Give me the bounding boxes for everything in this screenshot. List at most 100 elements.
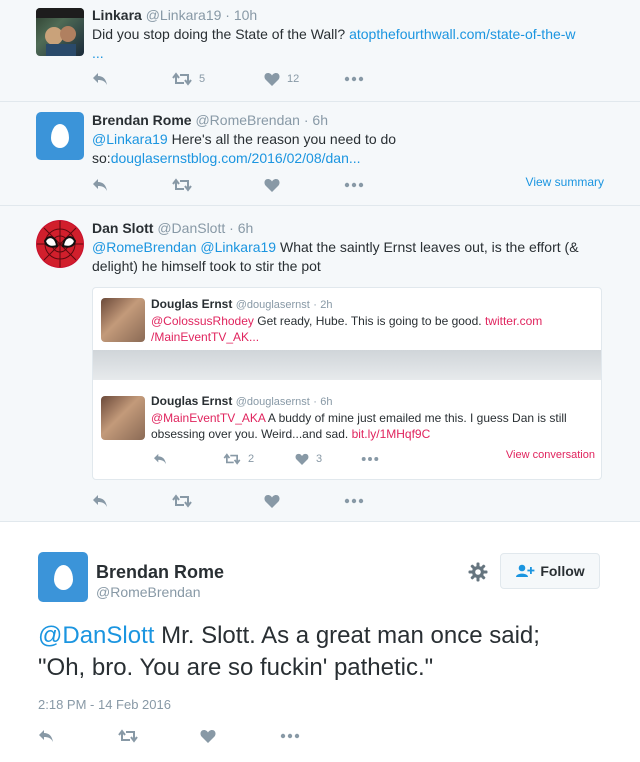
tweet-text: @RomeBrendan @Linkara19 What the saintly… [92,238,612,276]
reply-button[interactable] [153,453,223,465]
quoted-link[interactable]: twitter.com [485,314,542,328]
avatar-spiderman[interactable] [36,220,84,268]
tweet-link[interactable]: atopthefourthwall.com/state-of-the-w [349,26,575,42]
like-button[interactable]: 3 [295,453,361,465]
avatar-linkara[interactable] [36,8,84,56]
retweet-button[interactable] [118,729,200,743]
separator-dot: · [303,112,309,128]
view-summary-link[interactable]: View summary [526,175,604,189]
quoted-header: Douglas Ernst @douglasernst · 6h [151,394,332,408]
follow-button[interactable]: Follow [500,553,600,589]
tweet-time[interactable]: 6h [320,396,332,408]
retweet-button[interactable] [172,494,264,508]
author-handle[interactable]: @RomeBrendan [96,584,201,600]
quoted-header: Douglas Ernst @douglasernst · 2h [151,297,332,311]
tweet-time[interactable]: 6h [238,220,254,236]
more-dots-icon [344,182,364,188]
quoted-tweets[interactable]: Douglas Ernst @douglasernst · 2h @Coloss… [92,287,602,480]
author-handle[interactable]: @Linkara19 [146,7,222,23]
quoted-divider [93,350,601,380]
mention-link[interactable]: @DanSlott [38,622,154,649]
reply-button[interactable] [92,72,172,86]
reply-button[interactable] [92,494,172,508]
tweet-brendan-rome[interactable]: Brendan Rome @RomeBrendan · 6h @Linkara1… [0,102,640,206]
like-button[interactable] [200,729,280,743]
mention-link[interactable]: @Linkara19 [200,239,276,255]
like-button[interactable]: 12 [264,72,344,86]
retweet-icon [223,453,241,465]
avatar-image [36,8,84,56]
quoted-text: @MainEventTV_AKA A buddy of mine just em… [151,410,591,442]
author-name[interactable]: Dan Slott [92,220,153,236]
tweet-linkara[interactable]: Linkara @Linkara19 · 10h Did you stop do… [0,0,640,102]
more-button[interactable] [344,498,364,504]
more-button[interactable] [280,733,300,739]
separator-dot: · [313,299,317,311]
author-handle[interactable]: @douglasernst [236,396,310,408]
avatar-douglas-ernst[interactable] [101,396,145,440]
heart-icon [295,453,309,465]
retweet-icon [172,72,192,86]
separator-dot: · [225,7,230,23]
reply-icon [93,73,107,85]
retweet-button[interactable]: 2 [223,453,295,465]
more-button[interactable] [361,456,379,462]
tweet-header: Brendan Rome @RomeBrendan · 6h [92,112,328,128]
more-button[interactable] [344,76,364,82]
reply-button[interactable] [38,729,118,743]
egg-icon [53,564,73,590]
tweet-header: Linkara @Linkara19 · 10h [92,7,257,23]
view-conversation-link[interactable]: View conversation [506,449,595,461]
tweet-time[interactable]: 6h [312,112,328,128]
retweet-icon [172,494,192,508]
tweet-link[interactable]: douglasernstblog.com/2016/02/08/dan... [111,150,361,166]
author-handle[interactable]: @douglasernst [236,299,310,311]
heart-icon [264,495,280,508]
tweet-time[interactable]: 10h [234,7,257,23]
tweet-text: Did you stop doing the State of the Wall… [92,25,612,63]
tweet-timestamp[interactable]: 2:18 PM - 14 Feb 2016 [38,697,171,712]
more-dots-icon [361,457,379,461]
like-button[interactable] [264,494,344,508]
author-name[interactable]: Brendan Rome [96,562,224,583]
separator-dot: · [229,220,234,236]
link-ellipsis[interactable]: ... [92,45,104,61]
author-name[interactable]: Linkara [92,7,142,23]
tweet-time[interactable]: 2h [320,299,332,311]
separator-dot: · [313,396,317,408]
avatar-douglas-ernst[interactable] [101,298,145,342]
more-dots-icon [280,733,300,739]
mention-link[interactable]: @ColossusRhodey [151,314,254,328]
mention-link[interactable]: @MainEventTV_AKA [151,411,265,425]
retweet-button[interactable]: 5 [172,72,264,86]
reply-icon [154,453,166,465]
tweet-body-line1: Mr. Slott. As a great man once said; [154,622,540,649]
more-button[interactable] [344,182,364,188]
retweet-count: 5 [199,73,206,85]
mention-link[interactable]: @Linkara19 [92,131,168,147]
avatar-egg[interactable] [36,112,84,160]
tweet-actions [38,729,300,743]
reply-button[interactable] [92,178,172,192]
tweet-header: Dan Slott @DanSlott · 6h [92,220,253,236]
like-button[interactable] [264,178,344,192]
reply-icon [39,730,53,742]
heart-icon [264,179,280,192]
author-handle[interactable]: @RomeBrendan [195,112,300,128]
author-name[interactable]: Douglas Ernst [151,394,232,408]
avatar-egg[interactable] [38,552,88,602]
add-user-icon [516,564,535,577]
quoted-link-continued[interactable]: /MainEventTV_AK... [151,330,259,344]
mention-link[interactable]: @RomeBrendan [92,239,197,255]
quoted-link[interactable]: bit.ly/1MHqf9C [352,427,431,441]
tweet-actions: 5 12 [92,72,364,86]
tweet-body-line2: "Oh, bro. You are so fuckin' pathetic." [38,654,434,681]
reply-icon [93,179,107,191]
author-name[interactable]: Brendan Rome [92,112,192,128]
expanded-tweet-text: @DanSlott Mr. Slott. As a great man once… [38,620,608,684]
retweet-button[interactable] [172,178,264,192]
follow-label: Follow [540,563,585,579]
author-handle[interactable]: @DanSlott [157,220,225,236]
author-name[interactable]: Douglas Ernst [151,297,232,311]
settings-button[interactable] [468,562,488,587]
